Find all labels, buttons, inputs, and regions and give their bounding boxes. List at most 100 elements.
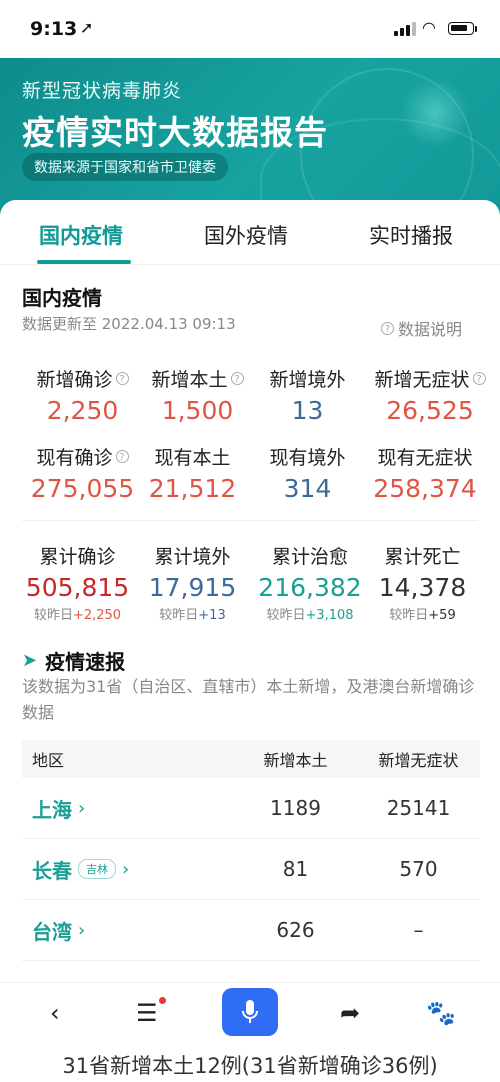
section-title: 国内疫情 — [22, 286, 102, 310]
compare-label: 较昨日 — [159, 608, 199, 623]
stat-value: 505,815 — [25, 573, 130, 602]
stat-value: 26,525 — [386, 396, 474, 425]
news-title-label: 疫情速报 — [45, 650, 126, 674]
help-icon[interactable]: ? — [230, 372, 244, 385]
tab-bar: 国内疫情 国外疫情 实时播报 — [0, 200, 500, 265]
stat-label: 新增确诊 — [36, 369, 113, 391]
report-banner: 新型冠状病毒肺炎 疫情实时大数据报告 数据来源于国家和省市卫健委 — [0, 58, 500, 218]
stat-value: 1,500 — [161, 396, 234, 425]
stat-new-asymptomatic: 新增无症状? 26,525 — [360, 365, 500, 425]
battery-icon — [448, 22, 474, 35]
share-icon[interactable]: ➦ — [340, 999, 360, 1027]
stat-label: 现有确诊 — [36, 447, 113, 469]
cell-new-local: 81 — [282, 857, 309, 881]
stat-compare: 较昨日+59 — [360, 604, 485, 623]
data-explain-label: 数据说明 — [398, 320, 463, 339]
main-card: 国内疫情 国外疫情 实时播报 国内疫情 数据更新至 2022.04.13 09:… — [0, 200, 500, 990]
stat-compare: 较昨日+13 — [130, 604, 255, 623]
region-name: 上海 — [32, 797, 72, 822]
compare-delta: +59 — [428, 608, 456, 623]
stat-label: 累计境外 — [154, 546, 231, 568]
back-icon[interactable]: ‹ — [50, 999, 60, 1027]
stat-compare: 较昨日+2,250 — [15, 604, 140, 623]
cell-new-asymptomatic: 570 — [399, 857, 438, 881]
region-link[interactable]: 台湾 › — [22, 916, 234, 945]
table-row[interactable]: 上海 › 1189 25141 — [22, 778, 480, 839]
banner-subtitle: 新型冠状病毒肺炎 — [22, 80, 183, 102]
stat-current-confirmed: 现有确诊? 275,055 — [20, 443, 145, 503]
help-icon: ? — [381, 321, 394, 335]
data-explain-link[interactable]: ? 数据说明 — [381, 316, 462, 340]
stat-current-imported: 现有境外 314 — [245, 443, 370, 503]
region-link[interactable]: 上海 › — [22, 794, 234, 823]
voice-search-button[interactable] — [222, 988, 278, 1036]
status-time: 9:13 — [30, 18, 78, 40]
help-icon[interactable]: ? — [115, 372, 129, 385]
region-table: 地区 新增本土 新增无症状 上海 › 1189 25141 长春 吉林 › 81… — [22, 740, 480, 961]
stat-value: 13 — [291, 396, 324, 425]
stat-label: 新增无症状 — [374, 369, 470, 391]
help-icon[interactable]: ? — [115, 450, 129, 463]
tab-live[interactable]: 实时播报 — [369, 220, 453, 250]
stat-current-asymptomatic: 现有无症状 258,374 — [360, 443, 490, 503]
stat-label: 累计确诊 — [39, 546, 116, 568]
region-link[interactable]: 长春 吉林 › — [22, 855, 234, 884]
tab-overseas[interactable]: 国外疫情 — [204, 220, 288, 250]
stat-label: 累计死亡 — [384, 546, 461, 568]
stat-total-imported: 累计境外 17,915 较昨日+13 — [130, 542, 255, 623]
compare-delta: +2,250 — [72, 608, 122, 623]
stat-new-imported: 新增境外 13 — [245, 365, 370, 425]
compare-delta: +3,108 — [305, 608, 354, 623]
battery-tip — [475, 26, 477, 32]
wifi-icon: ◠ — [422, 18, 436, 37]
col-region: 地区 — [32, 751, 65, 770]
stat-total-deaths: 累计死亡 14,378 较昨日+59 — [360, 542, 485, 623]
stat-value: 17,915 — [148, 573, 237, 602]
send-icon: ➤ — [22, 650, 38, 671]
stat-compare: 较昨日+3,108 — [245, 604, 375, 623]
province-tag: 吉林 — [78, 859, 116, 879]
menu-icon[interactable]: ☰ — [136, 999, 158, 1027]
location-arrow-icon: ➚ — [80, 18, 94, 37]
stat-new-local: 新增本土? 1,500 — [135, 365, 260, 425]
table-row[interactable]: 台湾 › 626 – — [22, 900, 480, 961]
compare-label: 较昨日 — [389, 608, 429, 623]
bottom-toolbar: ‹ ☰ ➦ 🐾 — [0, 982, 500, 1043]
help-icon[interactable]: ? — [472, 372, 486, 385]
stat-label: 现有境外 — [269, 447, 346, 469]
chevron-right-icon: › — [122, 858, 130, 880]
stat-label: 累计治愈 — [271, 546, 348, 568]
divider — [22, 520, 478, 521]
stat-value: 314 — [283, 474, 332, 503]
stat-value: 216,382 — [258, 573, 362, 602]
stat-value: 21,512 — [148, 474, 237, 503]
stat-value: 258,374 — [373, 474, 477, 503]
table-row[interactable]: 长春 吉林 › 81 570 — [22, 839, 480, 900]
compare-label: 较昨日 — [33, 608, 73, 623]
col-new-asymptomatic: 新增无症状 — [378, 751, 459, 770]
virus-illustration — [400, 78, 470, 148]
stat-current-local: 现有本土 21,512 — [130, 443, 255, 503]
data-source-note: 数据来源于国家和省市卫健委 — [22, 153, 228, 181]
news-description: 该数据为31省（自治区、直辖市）本土新增，及港澳台新增确诊数据 — [22, 677, 475, 722]
microphone-icon — [242, 1000, 258, 1023]
baidu-paw-icon[interactable]: 🐾 — [426, 999, 456, 1027]
stat-total-confirmed: 累计确诊 505,815 较昨日+2,250 — [15, 542, 140, 623]
cell-new-local: 1189 — [270, 796, 321, 820]
active-tab-indicator — [37, 260, 131, 264]
region-name: 台湾 — [32, 919, 72, 944]
compare-label: 较昨日 — [266, 608, 306, 623]
region-name: 长春 — [32, 858, 72, 883]
table-header: 地区 新增本土 新增无症状 — [22, 740, 480, 778]
chevron-right-icon: › — [78, 797, 86, 819]
compare-delta: +13 — [198, 608, 226, 623]
stat-label: 现有本土 — [154, 447, 231, 469]
banner-title: 疫情实时大数据报告 — [22, 113, 328, 152]
cell-new-asymptomatic: – — [413, 918, 424, 942]
stat-label: 新增境外 — [269, 369, 346, 391]
news-section-title: ➤ 疫情速报 — [22, 646, 125, 675]
update-time: 数据更新至 2022.04.13 09:13 — [22, 315, 236, 333]
stat-value: 14,378 — [378, 573, 467, 602]
notification-dot — [159, 997, 166, 1004]
tab-domestic[interactable]: 国内疫情 — [39, 220, 123, 250]
